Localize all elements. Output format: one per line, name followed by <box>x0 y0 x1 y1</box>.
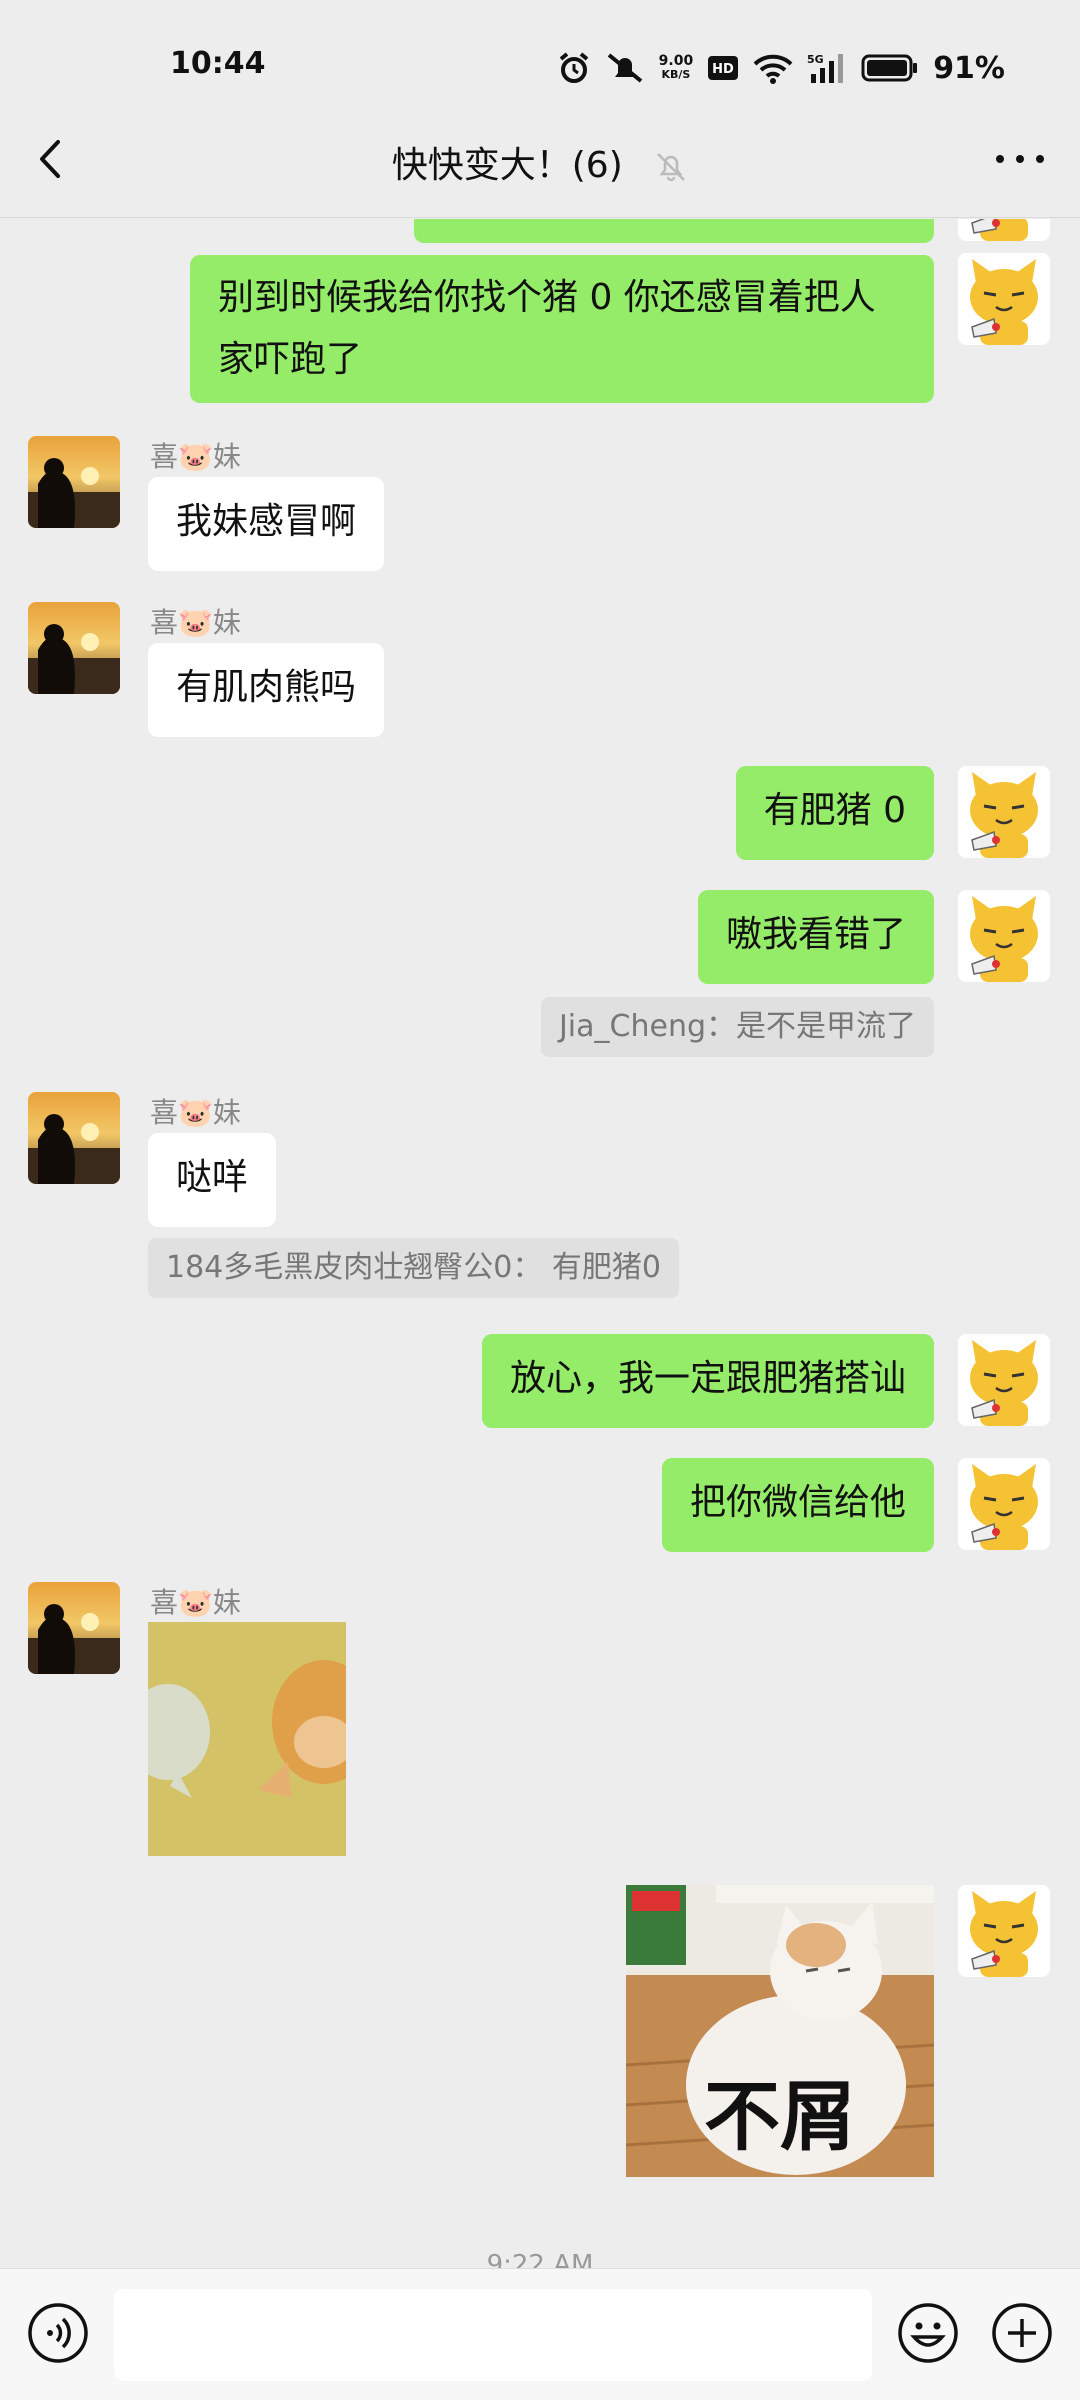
contact-avatar[interactable] <box>28 602 120 694</box>
emoji-icon[interactable] <box>896 2301 960 2365</box>
my-avatar[interactable] <box>958 890 1050 982</box>
hd-icon: HD <box>708 56 739 80</box>
network-speed: 9.00 KB/S <box>658 53 694 81</box>
sticker-caption: 不屑 <box>704 2072 856 2161</box>
status-bar: 10:44 9.00 KB/S HD 5G 91% <box>0 0 1080 100</box>
battery-icon <box>861 54 918 82</box>
my-avatar[interactable] <box>958 1885 1050 1977</box>
my-avatar[interactable] <box>958 253 1050 345</box>
outgoing-message[interactable]: 嗷我看错了 <box>697 890 934 984</box>
contact-avatar[interactable] <box>28 1092 120 1184</box>
outgoing-message[interactable]: 把你微信给他 <box>661 1458 934 1552</box>
partial-outgoing-bubble <box>414 219 934 243</box>
svg-text:HD: HD <box>712 62 734 77</box>
contact-avatar[interactable] <box>28 1582 120 1674</box>
silent-mode-icon <box>607 53 642 83</box>
quoted-reply[interactable]: Jia_Cheng：是不是甲流了 <box>540 997 934 1057</box>
outgoing-message[interactable]: 放心，我一定跟肥猪搭讪 <box>481 1334 934 1428</box>
svg-text:5G: 5G <box>807 53 824 66</box>
outgoing-message[interactable]: 别到时候我给你找个猪 0 你还感冒着把人家吓跑了 <box>190 255 934 403</box>
wifi-icon <box>753 54 793 84</box>
sender-name: 喜🐷妹 <box>150 606 241 639</box>
alarm-icon <box>559 52 588 83</box>
quoted-reply[interactable]: 184多毛黑皮肉壮翘臀公0： 有肥猪0 <box>148 1238 679 1298</box>
message-timestamp: 9:22 AM <box>486 2250 594 2269</box>
message-text-input[interactable] <box>114 2289 872 2381</box>
status-icons: 9.00 KB/S HD 5G 91% <box>557 48 1005 88</box>
outgoing-message[interactable]: 有肥猪 0 <box>735 766 934 860</box>
voice-input-icon[interactable] <box>26 2301 90 2365</box>
mute-bell-icon <box>657 153 686 182</box>
incoming-message[interactable]: 哒咩 <box>148 1133 277 1227</box>
incoming-image-cats[interactable] <box>148 1622 346 1856</box>
my-avatar[interactable] <box>958 219 1050 241</box>
sender-name: 喜🐷妹 <box>150 1096 241 1129</box>
incoming-message[interactable]: 有肌肉熊吗 <box>148 643 385 737</box>
my-avatar[interactable] <box>958 766 1050 858</box>
incoming-message[interactable]: 我妹感冒啊 <box>148 477 385 571</box>
contact-avatar[interactable] <box>28 436 120 528</box>
chat-message-list[interactable]: 别到时候我给你找个猪 0 你还感冒着把人家吓跑了 喜🐷妹 我妹感冒啊 喜🐷妹 有… <box>0 219 1080 2269</box>
add-more-icon[interactable] <box>990 2301 1054 2365</box>
sender-name: 喜🐷妹 <box>150 440 241 473</box>
chat-title: 快快变大！(6) <box>0 136 1080 188</box>
status-time: 10:44 <box>170 46 266 81</box>
battery-percentage: 91% <box>933 50 1005 86</box>
group-name: 快快变大！(6) <box>391 145 623 186</box>
sender-name: 喜🐷妹 <box>150 1586 241 1619</box>
my-avatar[interactable] <box>958 1458 1050 1550</box>
my-avatar[interactable] <box>958 1334 1050 1426</box>
cellular-signal-icon: 5G <box>807 53 844 83</box>
outgoing-sticker[interactable]: 不屑 <box>626 1885 934 2177</box>
chat-header: 快快变大！(6) <box>0 100 1080 218</box>
more-options-icon[interactable] <box>990 144 1050 174</box>
message-input-bar <box>0 2268 1080 2400</box>
